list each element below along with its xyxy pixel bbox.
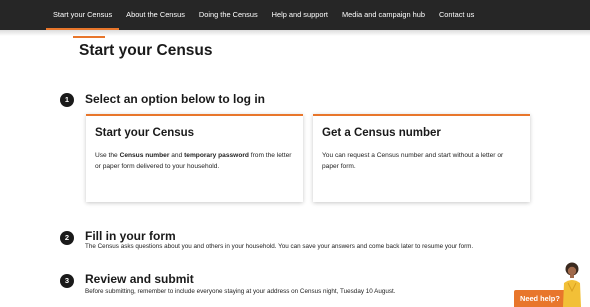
nav-media-and-campaign-hub[interactable]: Media and campaign hub — [335, 0, 432, 30]
start-census-card-body: Use the Census number and temporary pass… — [95, 152, 292, 170]
nav-help-and-support[interactable]: Help and support — [265, 0, 335, 30]
get-census-number-card[interactable]: Get a Census number You can request a Ce… — [313, 114, 530, 202]
title-accent-bar — [73, 36, 105, 38]
step-1-number: 1 — [60, 93, 74, 107]
step-3-title: Review and submit — [85, 272, 194, 286]
get-census-number-card-title: Get a Census number — [322, 127, 441, 139]
step-2-title: Fill in your form — [85, 229, 176, 243]
nav-start-your-census[interactable]: Start your Census — [46, 0, 120, 30]
step-2-description: The Census asks questions about you and … — [85, 243, 474, 250]
top-navigation: Start your Census About the Census Doing… — [0, 0, 590, 30]
page-title: Start your Census — [79, 42, 213, 59]
step-3-number: 3 — [60, 274, 74, 288]
step-2-number: 2 — [60, 231, 74, 245]
assistant-avatar-icon — [563, 262, 581, 307]
nav-contact-us[interactable]: Contact us — [432, 0, 481, 30]
help-widget: Need help? — [510, 259, 590, 307]
start-census-card[interactable]: Start your Census Use the Census number … — [86, 114, 303, 202]
start-census-card-title: Start your Census — [95, 127, 195, 139]
nav-about-the-census[interactable]: About the Census — [119, 0, 192, 30]
step-3-description: Before submitting, remember to include e… — [85, 288, 396, 295]
get-census-number-card-body: You can request a Census number and star… — [322, 152, 504, 170]
step-1-title: Select an option below to log in — [85, 92, 265, 106]
nav-doing-the-census[interactable]: Doing the Census — [192, 0, 265, 30]
